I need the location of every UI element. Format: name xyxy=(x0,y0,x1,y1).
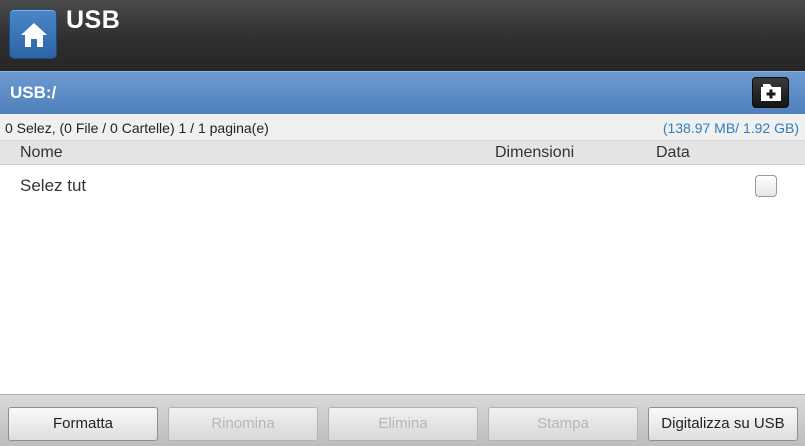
scan-to-usb-button[interactable]: Digitalizza su USB xyxy=(648,407,798,441)
path-bar: USB:/ xyxy=(0,71,805,114)
title-bar: USB xyxy=(0,0,805,71)
home-icon xyxy=(21,23,47,47)
select-all-checkbox[interactable] xyxy=(755,175,777,197)
column-name[interactable]: Nome xyxy=(20,144,63,162)
delete-button[interactable]: Elimina xyxy=(328,407,478,441)
column-date[interactable]: Data xyxy=(656,144,690,162)
new-folder-button[interactable] xyxy=(752,77,789,108)
action-bar: Formatta Rinomina Elimina Stampa Digital… xyxy=(0,394,805,446)
rename-button[interactable]: Rinomina xyxy=(168,407,318,441)
selection-info: 0 Selez, (0 File / 0 Cartelle) 1 / 1 pag… xyxy=(5,120,269,136)
page-title: USB xyxy=(66,6,121,34)
format-button[interactable]: Formatta xyxy=(8,407,158,441)
current-path: USB:/ xyxy=(10,83,57,102)
info-bar: 0 Selez, (0 File / 0 Cartelle) 1 / 1 pag… xyxy=(0,114,805,141)
select-all-label: Selez tut xyxy=(20,176,87,195)
storage-space: (138.97 MB/ 1.92 GB) xyxy=(662,120,799,136)
print-button[interactable]: Stampa xyxy=(488,407,638,441)
column-header: Nome Dimensioni Data xyxy=(0,141,805,165)
home-button[interactable] xyxy=(9,9,57,59)
column-size[interactable]: Dimensioni xyxy=(495,144,574,162)
new-folder-icon xyxy=(761,84,781,101)
